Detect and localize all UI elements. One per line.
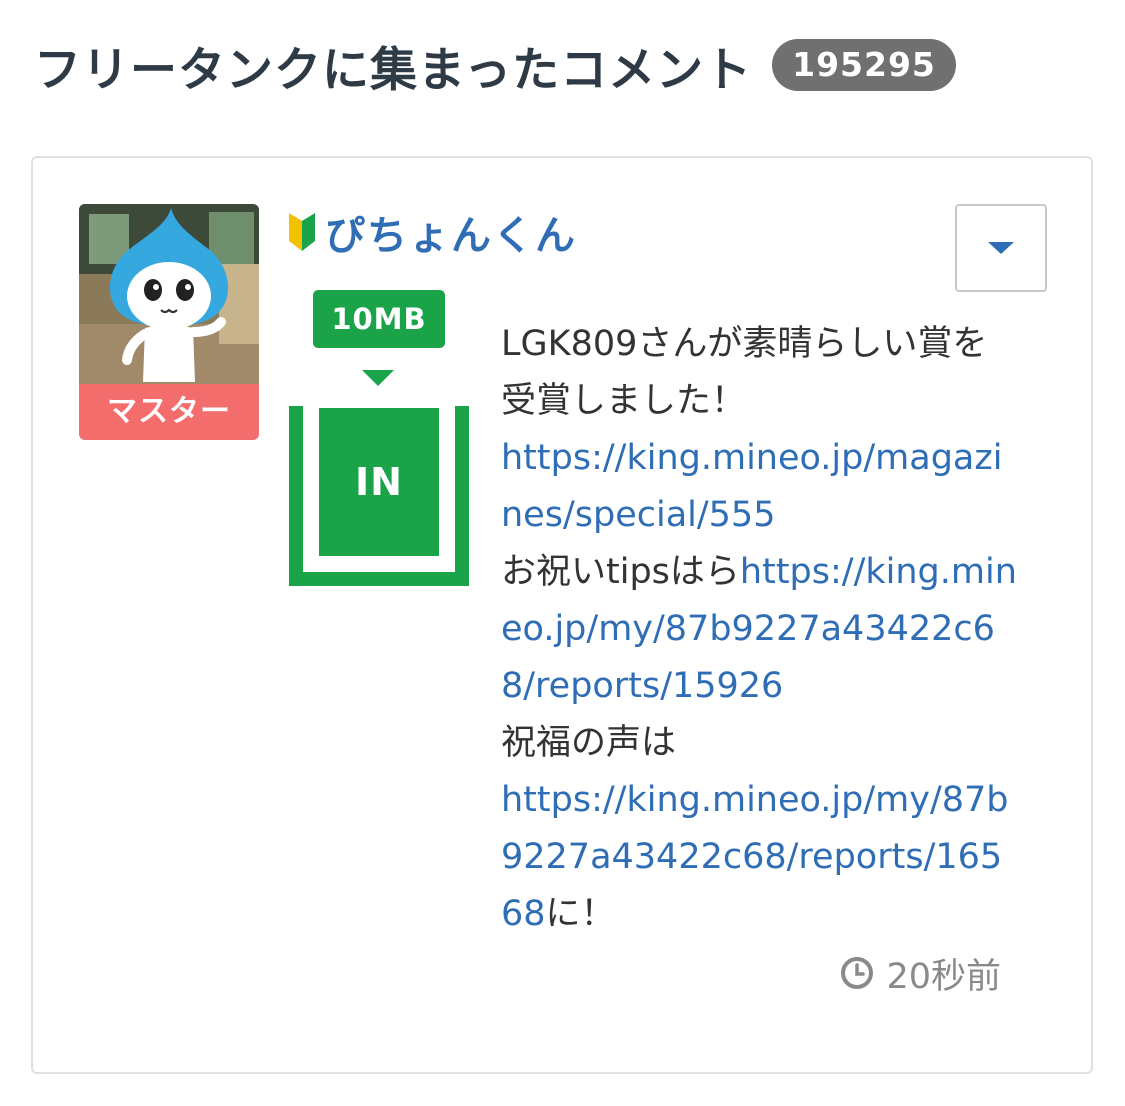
arrow-down-icon xyxy=(362,370,394,386)
comment-link-1[interactable]: https://king.mineo.jp/magazines/special/… xyxy=(501,438,1002,535)
comment-body: LGK809さんが素晴らしい賞を受賞しました！ https://king.min… xyxy=(501,316,1021,943)
clock-icon xyxy=(841,957,874,989)
comment-text: に！ xyxy=(545,894,616,934)
comment-card: マスター ぴちょんくん 10MB IN LGK809さんが素晴らしい賞を受賞しま… xyxy=(31,156,1093,1074)
comment-text: お祝いtipsは xyxy=(501,552,705,592)
page-header: フリータンクに集まったコメント 195295 xyxy=(34,30,956,100)
comment-menu-button[interactable] xyxy=(955,204,1047,292)
timestamp: 20秒前 xyxy=(840,948,1001,998)
comment-text: LGK809さんが素晴らしい賞を受賞しました！ xyxy=(501,324,988,421)
beginner-mark-icon xyxy=(289,213,315,251)
comment-text: ら xyxy=(704,552,740,592)
user-name-link[interactable]: ぴちょんくん xyxy=(325,203,577,261)
amount-badge: 10MB xyxy=(313,290,445,348)
mascot-avatar-icon xyxy=(79,204,259,394)
comment-count-badge: 195295 xyxy=(772,39,956,91)
avatar[interactable] xyxy=(79,204,259,394)
tank-fill: IN xyxy=(319,408,439,556)
page-title: フリータンクに集まったコメント xyxy=(34,42,753,98)
tank-direction-label: IN xyxy=(355,460,403,504)
comment-text: 祝福の声は xyxy=(501,723,677,763)
timestamp-text: 20秒前 xyxy=(886,956,1001,997)
caret-down-icon xyxy=(988,242,1014,254)
tank-graphic: 10MB IN xyxy=(289,290,469,586)
user-avatar-block[interactable]: マスター xyxy=(79,204,259,440)
user-name-row[interactable]: ぴちょんくん xyxy=(287,204,577,260)
rank-badge: マスター xyxy=(79,384,259,440)
